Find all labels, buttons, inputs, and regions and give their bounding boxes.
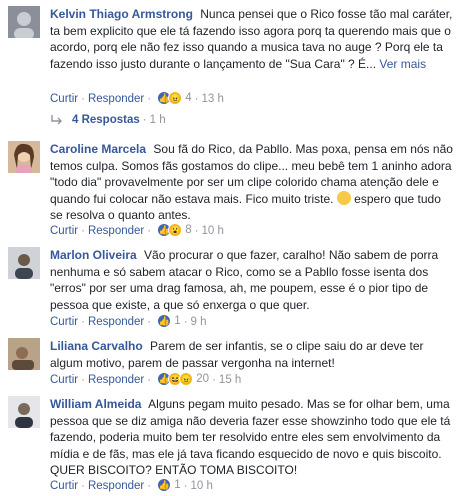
comment-actions: Curtir · Responder · 👍 1 · 10 h	[50, 477, 213, 493]
comment-actions: Curtir · Responder · 👍 😆 😠 20 · 15 h	[50, 371, 242, 387]
reply-button[interactable]: Responder	[88, 316, 144, 328]
sad-face-icon	[336, 190, 351, 205]
like-icon: 👍	[157, 313, 172, 328]
comment-time[interactable]: 15 h	[219, 374, 241, 386]
comment-author[interactable]: Kelvin Thiago Armstrong	[50, 7, 193, 21]
comment-actions: Curtir · Responder · 👍 😠 4 · 13 h	[50, 90, 224, 106]
comment-time[interactable]: 9 h	[191, 316, 207, 328]
avatar[interactable]	[8, 141, 40, 173]
like-icon: 👍	[157, 477, 172, 492]
reactions[interactable]: 👍 😆 😠 20	[157, 371, 209, 387]
reply-button[interactable]: Responder	[88, 225, 144, 237]
avatar[interactable]	[8, 6, 40, 38]
like-button[interactable]: Curtir	[50, 93, 78, 105]
replies-time: 1 h	[149, 114, 166, 126]
comment-author[interactable]: William Almeida	[50, 397, 141, 411]
reply-arrow-icon	[51, 114, 62, 125]
comment-time[interactable]: 10 h	[202, 225, 224, 237]
comment-actions: Curtir · Responder · 👍 1 · 9 h	[50, 313, 207, 329]
comment-author[interactable]: Liliana Carvalho	[50, 339, 143, 353]
reactions[interactable]: 👍 1	[157, 477, 181, 493]
like-button[interactable]: Curtir	[50, 480, 78, 492]
reaction-count: 1	[174, 314, 181, 327]
comment-time[interactable]: 10 h	[191, 480, 213, 492]
angry-icon: 😠	[168, 90, 183, 105]
see-more-link[interactable]: Ver mais	[379, 57, 426, 71]
reactions[interactable]: 👍 😮 8	[157, 222, 192, 238]
comment-author[interactable]: Caroline Marcela	[50, 142, 146, 156]
like-button[interactable]: Curtir	[50, 374, 78, 386]
comment-time[interactable]: 13 h	[202, 93, 224, 105]
avatar[interactable]	[8, 396, 40, 428]
reaction-count: 4	[185, 91, 192, 104]
reactions[interactable]: 👍 1	[157, 313, 181, 329]
replies-link[interactable]: 4 Respostas · 1 h	[50, 111, 166, 129]
replies-count[interactable]: 4 Respostas	[72, 114, 140, 126]
comment-actions: Curtir · Responder · 👍 😮 8 · 10 h	[50, 222, 224, 238]
reaction-count: 1	[174, 478, 181, 491]
reaction-count: 8	[185, 223, 192, 236]
avatar[interactable]	[8, 338, 40, 370]
reply-button[interactable]: Responder	[88, 93, 144, 105]
like-button[interactable]: Curtir	[50, 316, 78, 328]
reaction-count: 20	[196, 372, 210, 385]
reply-button[interactable]: Responder	[88, 374, 144, 386]
comment-author[interactable]: Marlon Oliveira	[50, 248, 137, 262]
angry-icon: 😠	[179, 371, 194, 386]
wow-icon: 😮	[168, 222, 183, 237]
like-button[interactable]: Curtir	[50, 225, 78, 237]
avatar[interactable]	[8, 247, 40, 279]
reply-button[interactable]: Responder	[88, 480, 144, 492]
reactions[interactable]: 👍 😠 4	[157, 90, 192, 106]
